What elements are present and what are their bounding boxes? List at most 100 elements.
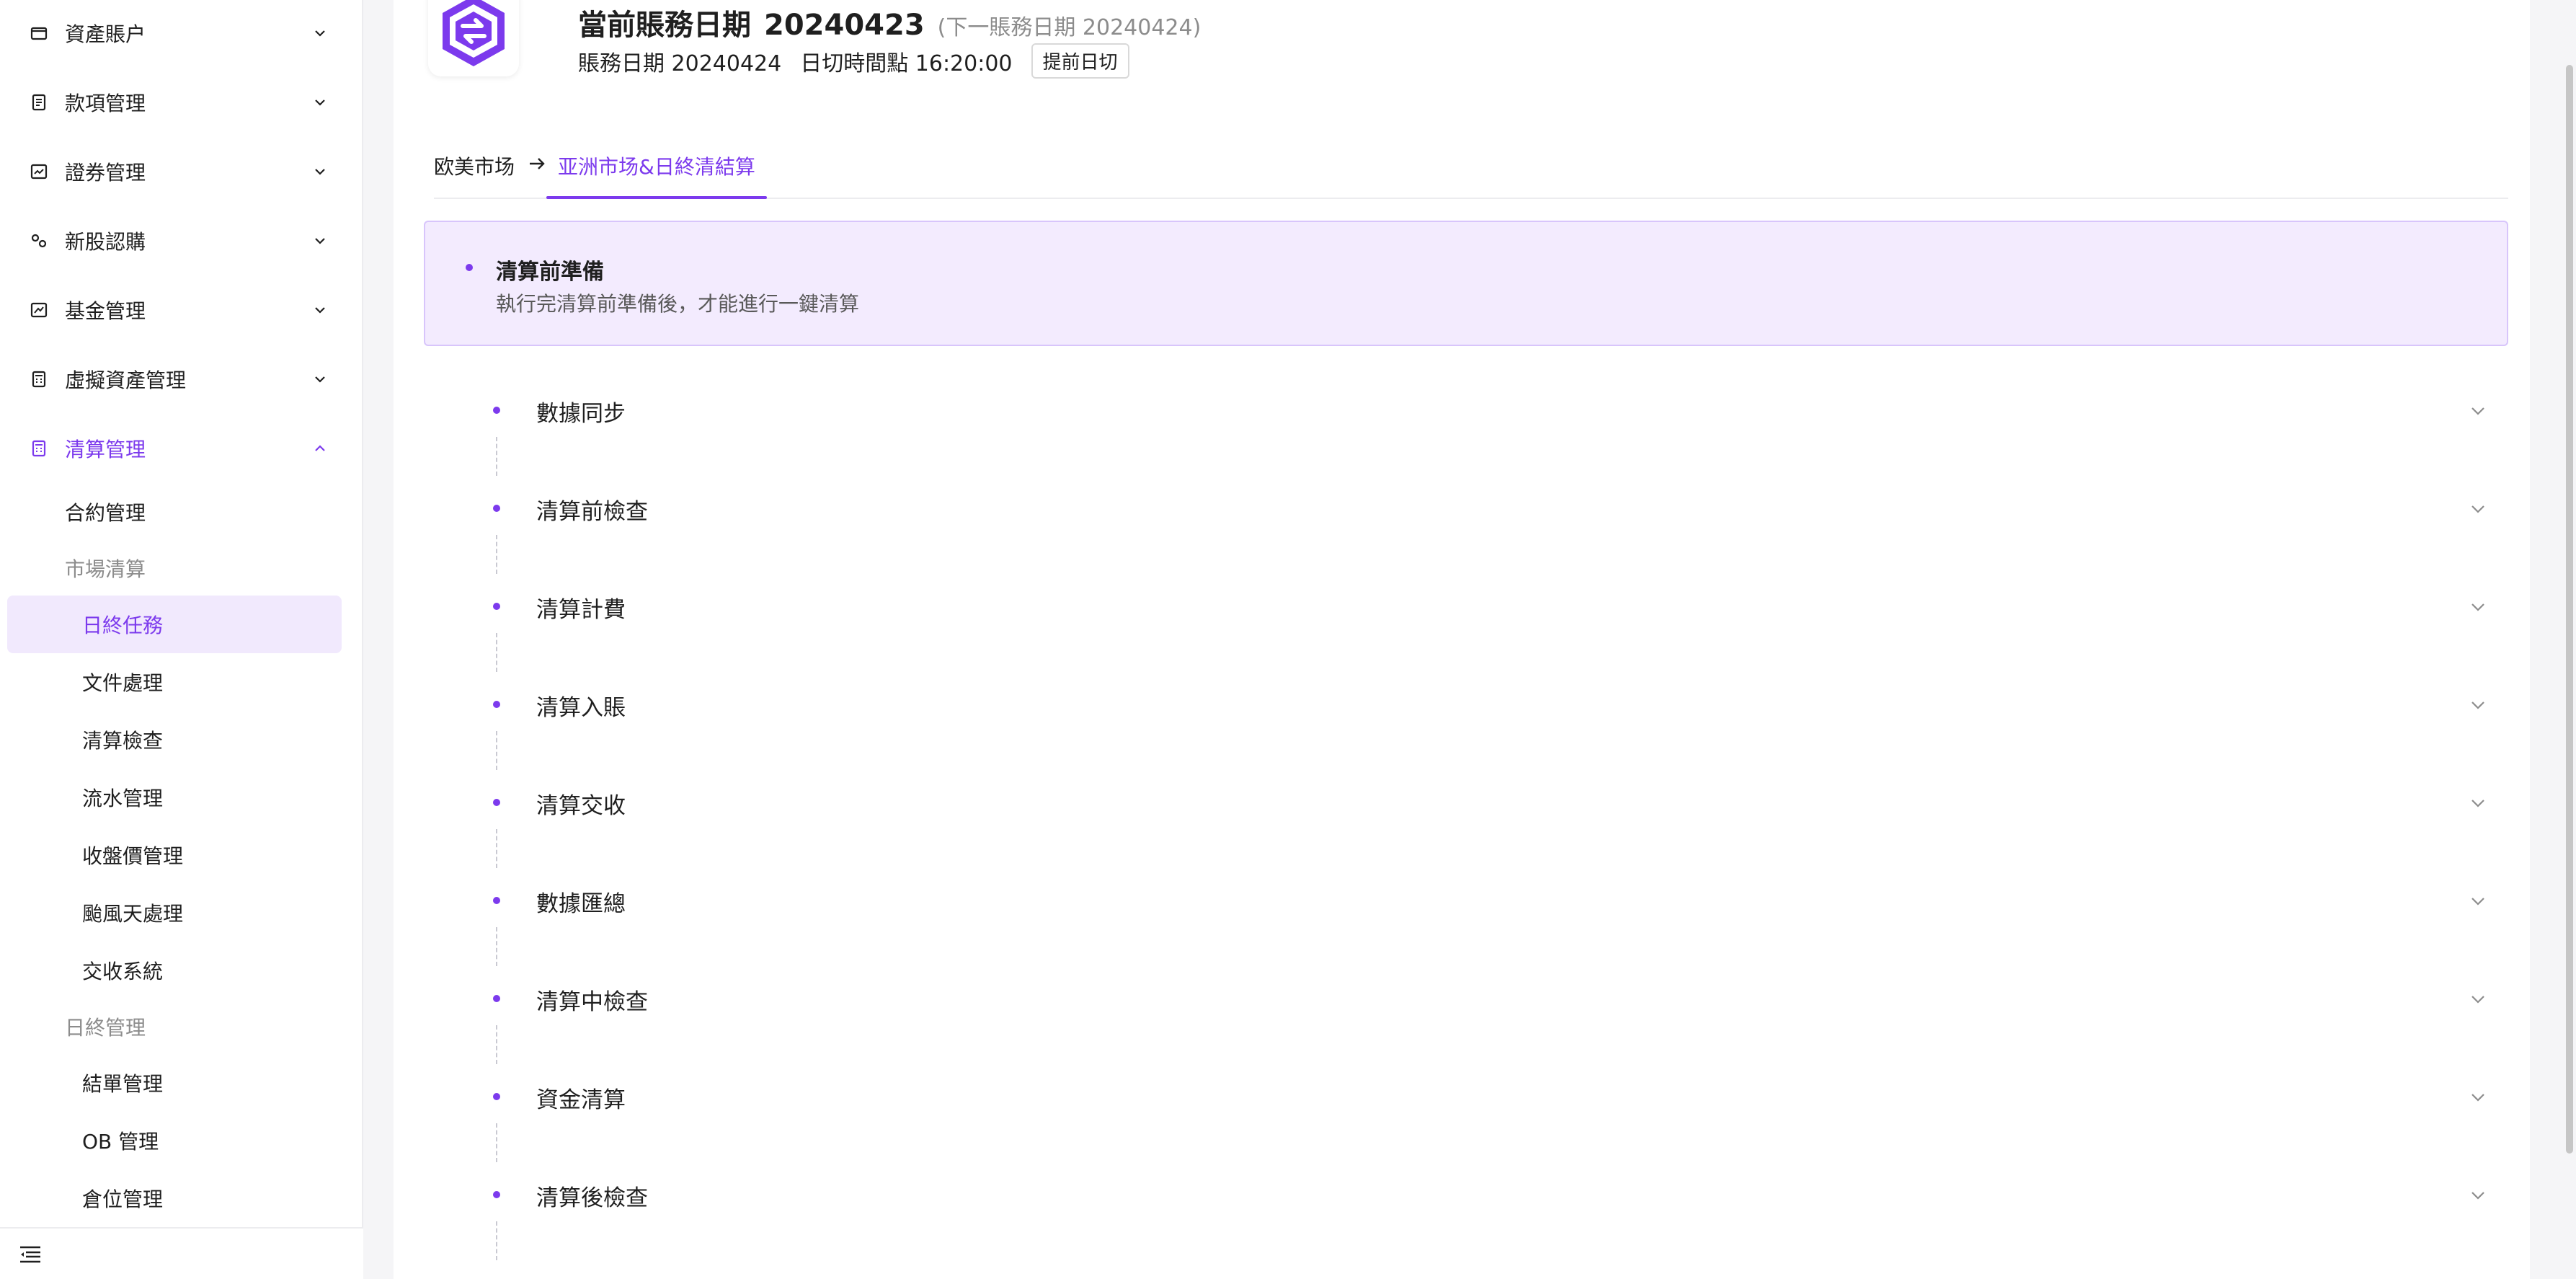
sidebar-subitem-transactions[interactable]: 流水管理 [0, 769, 363, 826]
step-dot [493, 995, 500, 1002]
sidebar-subitem-file-processing[interactable]: 文件處理 [0, 653, 363, 711]
scrollbar-thumb[interactable] [2566, 65, 2573, 1154]
step-post-check[interactable]: 清算後檢查 [424, 1169, 2508, 1267]
sidebar-footer [0, 1227, 363, 1279]
chevron-up-icon [310, 438, 330, 459]
sidebar-subitem-statements[interactable]: 結單管理 [0, 1054, 363, 1112]
step-title: 數據匯總 [536, 891, 626, 917]
step-title: 清算計費 [536, 597, 626, 623]
step-connector [496, 1025, 497, 1064]
step-fund-clearing[interactable]: 資金清算 [424, 1071, 2508, 1169]
sidebar-subitem-label: 日終任務 [82, 614, 164, 637]
arrow-right-icon [526, 153, 548, 177]
sidebar-item-label: 虛擬資產管理 [65, 368, 187, 392]
sidebar-group-eod-management: 日終管理 [0, 998, 363, 1055]
chevron-down-icon [310, 369, 330, 389]
step-dot [493, 701, 500, 708]
step-dot [493, 1093, 500, 1100]
calculator-icon [29, 438, 49, 459]
chevron-down-icon[interactable] [2465, 594, 2491, 620]
sidebar-subitem-typhoon[interactable]: 颱風天處理 [0, 884, 363, 942]
sidebar-item-ipo[interactable]: 新股認購 [0, 212, 363, 270]
advance-cutoff-button[interactable]: 提前日切 [1031, 43, 1129, 79]
step-title: 資金清算 [536, 1087, 626, 1113]
chevron-down-icon[interactable] [2465, 398, 2491, 424]
step-title: 清算入賬 [536, 695, 626, 721]
step-dot [493, 799, 500, 806]
step-fees[interactable]: 清算計費 [424, 581, 2508, 679]
step-dot [493, 1191, 500, 1198]
sidebar-item-funds[interactable]: 基金管理 [0, 281, 363, 339]
sidebar-subitem-label: 交收系統 [82, 960, 164, 983]
step-connector [496, 535, 497, 574]
sidebar-subitem-settlement-system[interactable]: 交收系統 [0, 942, 363, 999]
sidebar-subitem-label: 清算檢查 [82, 729, 164, 753]
collapse-menu-icon[interactable] [19, 1244, 42, 1267]
app-logo [428, 0, 519, 76]
step-posting[interactable]: 清算入賬 [424, 679, 2508, 777]
step-dot [493, 407, 500, 414]
sidebar-group-market-clearing: 市場清算 [0, 539, 363, 597]
step-mid-check[interactable]: 清算中檢查 [424, 973, 2508, 1071]
chevron-down-icon[interactable] [2465, 986, 2491, 1012]
sidebar-subitem-ob[interactable]: OB 管理 [0, 1112, 363, 1169]
trend-icon [29, 300, 49, 320]
step-data-sync[interactable]: 數據同步 [424, 385, 2508, 483]
step-connector [496, 927, 497, 966]
step-dot [466, 264, 473, 271]
sidebar-item-virtual-assets[interactable]: 虛擬資產管理 [0, 350, 363, 408]
chevron-down-icon [310, 300, 330, 320]
step-dot [493, 897, 500, 904]
subscribe-icon [29, 231, 49, 251]
sidebar-item-label: 資產賬户 [65, 22, 146, 46]
sidebar-subitem-label: 收盤價管理 [82, 844, 184, 868]
sidebar-subitem-label: 合約管理 [65, 501, 146, 525]
chevron-down-icon[interactable] [2465, 1084, 2491, 1110]
sidebar-subitem-contracts[interactable]: 合約管理 [0, 483, 363, 541]
sidebar-subitem-label: 流水管理 [82, 787, 164, 810]
chevron-down-icon [310, 161, 330, 182]
step-connector [496, 731, 497, 770]
sidebar-subitem-clearing-check[interactable]: 清算檢查 [0, 711, 363, 769]
chart-card-icon [29, 161, 49, 182]
sidebar-item-clearing[interactable]: 清算管理 [0, 420, 363, 477]
chevron-down-icon[interactable] [2465, 790, 2491, 816]
chevron-down-icon[interactable] [2465, 1182, 2491, 1208]
step-pre-check[interactable]: 清算前檢查 [424, 483, 2508, 581]
chevron-down-icon [310, 231, 330, 251]
chevron-down-icon [310, 92, 330, 112]
current-date-line: 當前賬務日期 20240423 (下一賬務日期 20240424) [578, 1, 1201, 43]
chevron-down-icon[interactable] [2465, 888, 2491, 914]
exchange-icon [443, 0, 505, 66]
sidebar-item-label: 款項管理 [65, 92, 146, 115]
tab-asia-eod[interactable]: 亚洲市场&日終清結算 [558, 151, 755, 180]
sidebar-item-label: 清算管理 [65, 438, 146, 461]
step-data-summary[interactable]: 數據匯總 [424, 875, 2508, 973]
chevron-down-icon[interactable] [2465, 692, 2491, 718]
sidebar-subitem-positions[interactable]: 倉位管理 [0, 1169, 363, 1227]
sidebar-subitem-label: 文件處理 [82, 671, 164, 695]
receipt-icon [29, 92, 49, 112]
current-date-label: 當前賬務日期 [578, 9, 751, 42]
sidebar-item-label: 證券管理 [65, 161, 146, 185]
sidebar-item-securities[interactable]: 證券管理 [0, 143, 363, 200]
sidebar-subitem-closing-price[interactable]: 收盤價管理 [0, 826, 363, 884]
step-connector [496, 437, 497, 476]
sidebar-item-asset-accounts[interactable]: 資產賬户 [0, 4, 363, 62]
step-dot [493, 603, 500, 610]
sidebar-group-label: 市場清算 [65, 557, 146, 581]
sidebar-item-payments[interactable]: 款項管理 [0, 74, 363, 131]
sidebar-subitem-eod-tasks[interactable]: 日終任務 [7, 596, 342, 653]
step-connector [496, 829, 497, 868]
sidebar-item-label: 新股認購 [65, 230, 146, 254]
chevron-down-icon[interactable] [2465, 496, 2491, 522]
prep-panel: 清算前準備 執行完清算前準備後，才能進行一鍵清算 [424, 221, 2508, 346]
cutoff-time: 日切時間點 16:20:00 [800, 50, 1013, 76]
sidebar-subitem-label: 倉位管理 [82, 1187, 164, 1211]
step-settlement[interactable]: 清算交收 [424, 777, 2508, 875]
step-dot [493, 505, 500, 512]
sidebar-item-label: 基金管理 [65, 299, 146, 323]
sidebar-subitem-label: OB 管理 [82, 1130, 159, 1154]
active-tab-indicator [546, 196, 767, 199]
tab-europe-america[interactable]: 欧美市场 [434, 151, 515, 180]
